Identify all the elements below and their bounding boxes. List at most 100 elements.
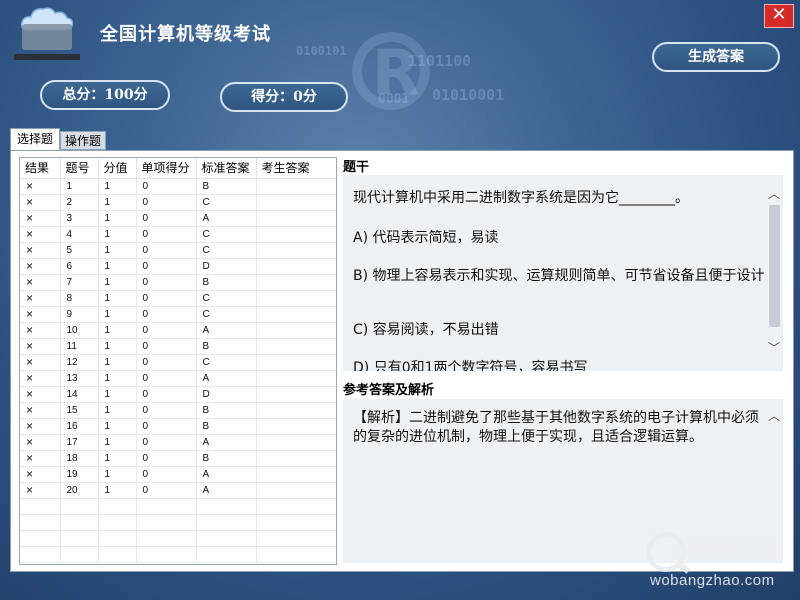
score-badge: 得分：0分 bbox=[220, 82, 348, 112]
student-answer-cell bbox=[256, 210, 336, 227]
student-answer-cell bbox=[256, 226, 336, 243]
standard-answer-cell: B bbox=[196, 418, 257, 435]
scroll-up-icon[interactable]: ︿ bbox=[768, 185, 780, 202]
points-cell: 1 bbox=[98, 290, 137, 307]
number-cell: 12 bbox=[60, 354, 99, 371]
empty-row bbox=[20, 514, 336, 531]
points-cell: 1 bbox=[98, 242, 137, 259]
table-row[interactable]: × 5 1 0 C bbox=[20, 242, 336, 259]
item-score-cell: 0 bbox=[136, 306, 197, 323]
student-answer-cell bbox=[256, 418, 336, 435]
empty-row bbox=[20, 498, 336, 515]
empty-cell bbox=[196, 514, 257, 531]
student-answer-cell bbox=[256, 194, 336, 211]
scroll-thumb[interactable] bbox=[769, 205, 780, 327]
table-row[interactable]: × 18 1 0 B bbox=[20, 450, 336, 467]
result-cell: × bbox=[20, 338, 61, 355]
empty-cell bbox=[20, 530, 61, 547]
result-cell: × bbox=[20, 386, 61, 403]
table-row[interactable]: × 1 1 0 B bbox=[20, 178, 336, 195]
col-item-score[interactable]: 单项得分 bbox=[136, 158, 197, 179]
points-cell: 1 bbox=[98, 178, 137, 195]
number-cell: 16 bbox=[60, 418, 99, 435]
item-score-cell: 0 bbox=[136, 402, 197, 419]
table-row[interactable]: × 20 1 0 A bbox=[20, 482, 336, 499]
table-row[interactable]: × 13 1 0 A bbox=[20, 370, 336, 387]
number-cell: 10 bbox=[60, 322, 99, 339]
tab-choice[interactable]: 选择题 bbox=[10, 128, 60, 151]
content-panel: 结果 题号 分值 单项得分 标准答案 考生答案 × 1 1 0 B × 2 1 0 C × 3 1 0 A ×… bbox=[10, 150, 794, 572]
table-row[interactable]: × 16 1 0 B bbox=[20, 418, 336, 435]
number-cell: 17 bbox=[60, 434, 99, 451]
table-row[interactable]: × 2 1 0 C bbox=[20, 194, 336, 211]
points-cell: 1 bbox=[98, 482, 137, 499]
number-cell: 9 bbox=[60, 306, 99, 323]
item-score-cell: 0 bbox=[136, 290, 197, 307]
empty-cell bbox=[256, 514, 336, 531]
result-cell: × bbox=[20, 370, 61, 387]
col-points[interactable]: 分值 bbox=[98, 158, 137, 179]
result-cell: × bbox=[20, 322, 61, 339]
student-answer-cell bbox=[256, 386, 336, 403]
table-row[interactable]: × 11 1 0 B bbox=[20, 338, 336, 355]
table-row[interactable]: × 12 1 0 C bbox=[20, 354, 336, 371]
table-row[interactable]: × 9 1 0 C bbox=[20, 306, 336, 323]
table-row[interactable]: × 4 1 0 C bbox=[20, 226, 336, 243]
empty-cell bbox=[98, 546, 137, 563]
empty-cell bbox=[60, 514, 99, 531]
table-row[interactable]: × 10 1 0 A bbox=[20, 322, 336, 339]
col-standard-answer[interactable]: 标准答案 bbox=[196, 158, 257, 179]
item-score-cell: 0 bbox=[136, 194, 197, 211]
empty-cell bbox=[196, 498, 257, 515]
standard-answer-cell: A bbox=[196, 482, 257, 499]
empty-cell bbox=[60, 546, 99, 563]
standard-answer-cell: D bbox=[196, 258, 257, 275]
stem-scrollbar[interactable]: ︿ ﹀ bbox=[765, 175, 783, 371]
item-score-cell: 0 bbox=[136, 242, 197, 259]
window-title: 全国计算机等级考试 bbox=[100, 24, 271, 45]
bg-binary-4: 01010001 bbox=[432, 86, 505, 104]
option-d: D) 只有0和1两个数字符号，容易书写 bbox=[353, 360, 588, 371]
empty-row bbox=[20, 546, 336, 563]
standard-answer-cell: A bbox=[196, 322, 257, 339]
result-cell: × bbox=[20, 210, 61, 227]
item-score-cell: 0 bbox=[136, 482, 197, 499]
col-number[interactable]: 题号 bbox=[60, 158, 99, 179]
number-cell: 5 bbox=[60, 242, 99, 259]
standard-answer-cell: C bbox=[196, 354, 257, 371]
question-stem-box[interactable]: 现代计算机中采用二进制数字系统是因为它________。 A) 代码表示简短，易… bbox=[343, 175, 783, 371]
table-row[interactable]: × 15 1 0 B bbox=[20, 402, 336, 419]
student-answer-cell bbox=[256, 242, 336, 259]
close-button[interactable]: ✕ bbox=[764, 4, 794, 28]
table-row[interactable]: × 8 1 0 C bbox=[20, 290, 336, 307]
item-score-cell: 0 bbox=[136, 178, 197, 195]
standard-answer-cell: B bbox=[196, 338, 257, 355]
standard-answer-cell: C bbox=[196, 290, 257, 307]
points-cell: 1 bbox=[98, 466, 137, 483]
col-student-answer[interactable]: 考生答案 bbox=[256, 158, 336, 179]
table-row[interactable]: × 7 1 0 B bbox=[20, 274, 336, 291]
empty-cell bbox=[256, 530, 336, 547]
table-row[interactable]: × 14 1 0 D bbox=[20, 386, 336, 403]
table-row[interactable]: × 17 1 0 A bbox=[20, 434, 336, 451]
number-cell: 11 bbox=[60, 338, 99, 355]
item-score-cell: 0 bbox=[136, 210, 197, 227]
answer-scroll-up-icon[interactable]: ︿ bbox=[768, 407, 780, 424]
standard-answer-cell: A bbox=[196, 466, 257, 483]
result-cell: × bbox=[20, 290, 61, 307]
empty-row bbox=[20, 530, 336, 547]
points-cell: 1 bbox=[98, 402, 137, 419]
scroll-down-icon[interactable]: ﹀ bbox=[768, 339, 780, 356]
table-row[interactable]: × 19 1 0 A bbox=[20, 466, 336, 483]
item-score-cell: 0 bbox=[136, 450, 197, 467]
table-row[interactable]: × 6 1 0 D bbox=[20, 258, 336, 275]
number-cell: 20 bbox=[60, 482, 99, 499]
table-row[interactable]: × 3 1 0 A bbox=[20, 210, 336, 227]
generate-answer-button[interactable]: 生成答案 bbox=[652, 42, 780, 72]
col-result[interactable]: 结果 bbox=[20, 158, 61, 179]
student-answer-cell bbox=[256, 434, 336, 451]
tab-operation[interactable]: 操作题 bbox=[60, 131, 106, 150]
total-score-badge: 总分：100分 bbox=[40, 80, 170, 110]
student-answer-cell bbox=[256, 482, 336, 499]
points-cell: 1 bbox=[98, 418, 137, 435]
